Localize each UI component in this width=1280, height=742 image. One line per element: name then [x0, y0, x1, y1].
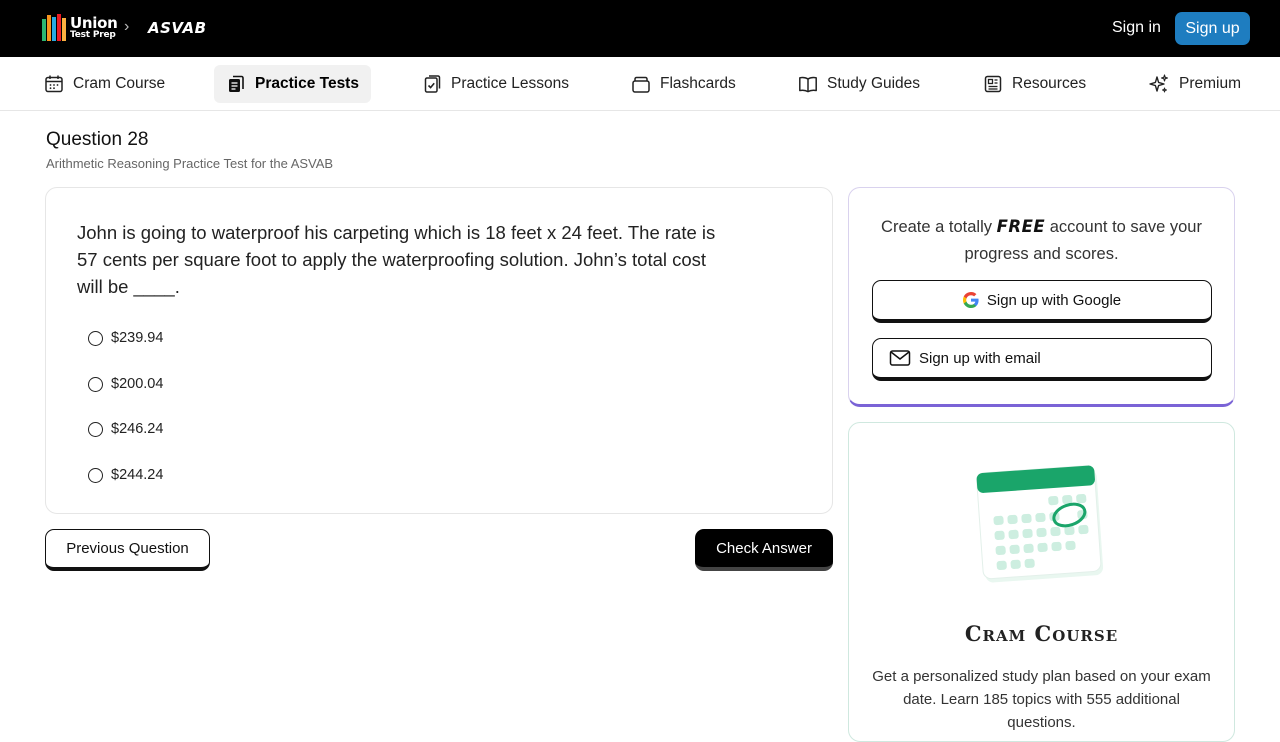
signup-google-button[interactable]: Sign up with Google: [872, 280, 1212, 323]
clipboard-check-icon: [424, 75, 441, 93]
question-text: John is going to waterproof his carpetin…: [77, 222, 716, 297]
check-answer-button[interactable]: Check Answer: [695, 529, 833, 571]
nav-label: Practice Lessons: [451, 75, 570, 92]
cram-course-card: Cram Course Get a personalized study pla…: [848, 422, 1235, 742]
logo-line2: Test Prep: [70, 29, 116, 40]
sign-up-button[interactable]: Sign up: [1175, 12, 1250, 45]
nav-practice-tests[interactable]: Practice Tests: [214, 65, 371, 103]
breadcrumb-exam[interactable]: ASVAB: [148, 19, 207, 37]
answer-label: $246.24: [111, 421, 164, 437]
main-nav: Cram Course Practice Tests Practice Less…: [0, 57, 1280, 111]
cram-course-description: Get a personalized study plan based on y…: [872, 668, 1211, 731]
open-book-icon: [799, 76, 817, 93]
nav-label: Resources: [1012, 75, 1087, 92]
answer-option[interactable]: $246.24: [88, 418, 163, 440]
sparkles-icon: [1149, 74, 1169, 93]
signup-card: Create a totally FREE account to save yo…: [848, 187, 1235, 407]
nav-flashcards[interactable]: Flashcards: [619, 65, 748, 103]
signup-google-label: Sign up with Google: [986, 291, 1122, 309]
nav-label: Flashcards: [660, 75, 736, 92]
documents-icon: [229, 75, 244, 92]
calendar-icon: [45, 75, 63, 93]
union-test-prep-logo[interactable]: Union Test Prep: [42, 14, 118, 41]
radio-button[interactable]: [88, 330, 103, 346]
signup-message: Create a totally FREE account to save yo…: [869, 213, 1214, 268]
radio-button[interactable]: [88, 467, 103, 483]
calendar-illustration-icon: [976, 465, 1104, 583]
answer-option[interactable]: $244.24: [88, 464, 163, 486]
previous-question-button[interactable]: Previous Question: [45, 529, 210, 571]
signup-email-button[interactable]: Sign up with email: [872, 338, 1212, 381]
nav-label: Cram Course: [73, 75, 166, 92]
newspaper-icon: [984, 75, 1002, 93]
google-icon: [962, 292, 979, 308]
radio-button[interactable]: [88, 421, 103, 437]
signup-message-text: Create a totally: [881, 218, 997, 236]
answer-option[interactable]: $200.04: [88, 373, 163, 395]
nav-resources[interactable]: Resources: [971, 65, 1098, 103]
envelope-icon: [889, 350, 911, 366]
cards-stack-icon: [632, 76, 650, 93]
answer-label: $244.24: [111, 467, 164, 483]
nav-label: Practice Tests: [255, 75, 359, 92]
nav-label: Premium: [1179, 75, 1242, 92]
cram-course-title: Cram Course: [964, 621, 1119, 646]
question-card: John is going to waterproof his carpetin…: [45, 187, 833, 514]
question-title: Question 28: [46, 129, 149, 150]
nav-label: Study Guides: [827, 75, 921, 92]
answer-label: $239.94: [111, 330, 164, 346]
logo-bars-icon: [42, 14, 66, 41]
signup-email-label: Sign up with email: [919, 349, 1041, 367]
breadcrumb-chevron-icon: ›: [124, 18, 130, 35]
answer-option[interactable]: $239.94: [88, 327, 163, 349]
radio-button[interactable]: [88, 376, 103, 392]
nav-practice-lessons[interactable]: Practice Lessons: [410, 65, 581, 103]
nav-study-guides[interactable]: Study Guides: [786, 65, 932, 103]
logo-line1: Union: [70, 13, 118, 32]
answer-label: $200.04: [111, 376, 164, 392]
top-bar: Union Test Prep › ASVAB Sign in Sign up: [0, 0, 1280, 57]
nav-premium[interactable]: Premium: [1136, 65, 1253, 103]
question-subtitle: Arithmetic Reasoning Practice Test for t…: [46, 156, 334, 171]
nav-cram-course[interactable]: Cram Course: [32, 65, 177, 103]
free-label: FREE: [996, 217, 1046, 236]
sign-in-link[interactable]: Sign in: [1112, 19, 1161, 37]
